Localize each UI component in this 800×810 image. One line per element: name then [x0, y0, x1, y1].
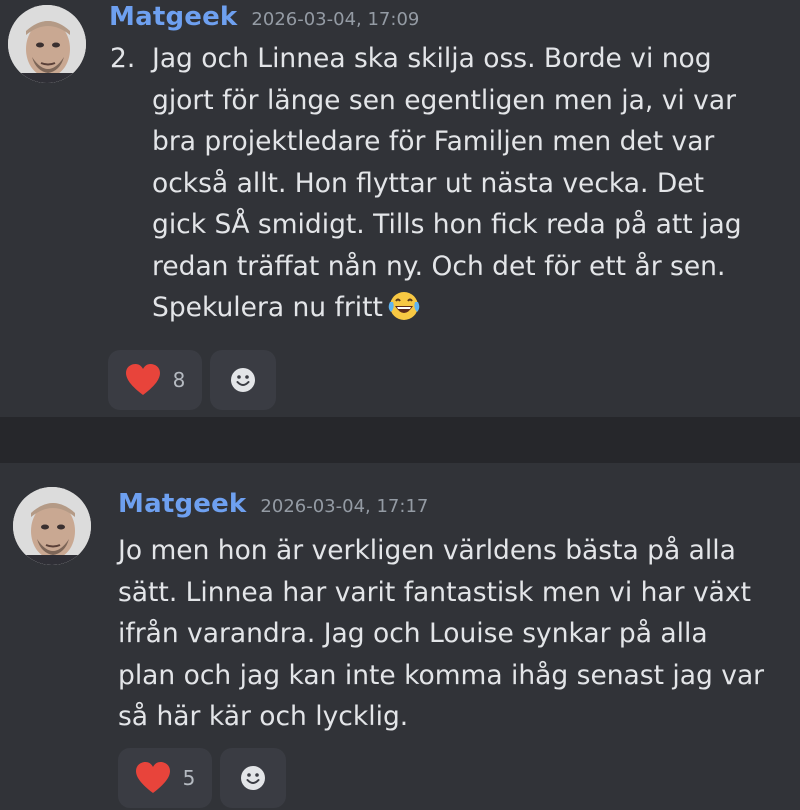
message-line: också allt. Hon flyttar ut nästa vecka. …	[152, 167, 704, 199]
timestamp: 2026-03-04, 17:09	[251, 9, 420, 30]
message-line-last: Spekulera nu fritt	[152, 287, 792, 329]
username[interactable]: Matgeek	[118, 489, 246, 519]
message-line: ifrån varandra. Jag och Louise synkar på…	[118, 618, 708, 649]
list-number: 2.	[110, 43, 136, 74]
message-line: redan träffat nån ny. Och det för ett år…	[152, 250, 726, 282]
message-line: bra projektledare för Familjen men det v…	[152, 126, 715, 157]
message-line-text: Spekulera nu fritt	[152, 292, 383, 323]
message-line: Jag och Linnea ska skilja oss. Borde vi …	[152, 43, 712, 74]
heart-icon	[125, 364, 160, 395]
reaction-bar: 8	[108, 350, 276, 410]
message-line: plan och jag kan inte komma ihåg senast …	[118, 659, 765, 691]
reaction-count: 8	[172, 368, 186, 392]
message-line: så här kär och lycklig.	[118, 701, 409, 732]
message-line: gick SÅ smidigt. Tills hon fick reda på …	[152, 209, 742, 240]
timestamp: 2026-03-04, 17:17	[260, 496, 429, 517]
heart-icon	[135, 762, 170, 793]
smiley-face-icon	[231, 368, 255, 392]
avatar[interactable]	[8, 5, 86, 83]
heart-reaction-button[interactable]: 5	[118, 748, 212, 808]
reaction-bar: 5	[118, 748, 286, 808]
laughing-tears-emoji-icon	[387, 288, 421, 322]
message-divider	[0, 417, 800, 463]
smiley-face-icon	[241, 766, 265, 790]
avatar[interactable]	[13, 487, 91, 565]
message-header: Matgeek 2026-03-04, 17:09	[109, 2, 419, 32]
message-line: Jo men hon är verkligen världens bästa p…	[118, 535, 736, 566]
username[interactable]: Matgeek	[109, 2, 237, 32]
add-reaction-button[interactable]	[210, 350, 276, 410]
reaction-count: 5	[182, 766, 196, 790]
message-line: gjort för länge sen egentligen men ja, v…	[152, 84, 736, 116]
message-line: sätt. Linnea har varit fantastisk men vi…	[118, 576, 751, 608]
add-reaction-button[interactable]	[220, 748, 286, 808]
message-header: Matgeek 2026-03-04, 17:17	[118, 489, 428, 519]
heart-reaction-button[interactable]: 8	[108, 350, 202, 410]
message-content: Jo men hon är verkligen världens bästa p…	[118, 530, 788, 738]
